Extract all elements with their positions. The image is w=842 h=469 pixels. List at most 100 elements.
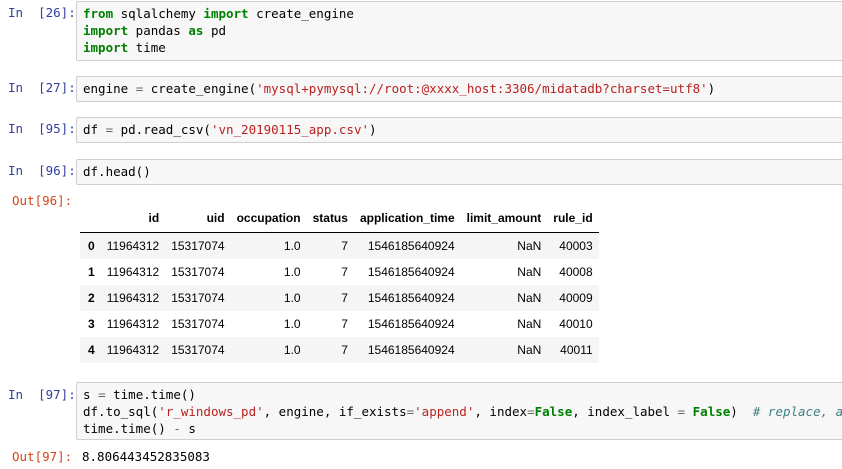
code-text: time <box>128 40 166 55</box>
table-cell: 11964312 <box>106 291 160 305</box>
table-cell: 1.0 <box>283 343 301 357</box>
code-input[interactable]: df.head() <box>76 159 842 185</box>
table-cell: 1546185640924 <box>367 265 455 279</box>
column-header: id <box>100 204 166 233</box>
table-cell: 11964312 <box>106 265 160 279</box>
code-text: , index_label <box>572 404 678 419</box>
code-input[interactable]: from sqlalchemy import create_engine imp… <box>76 1 842 61</box>
column-header: limit_amount <box>460 204 548 233</box>
table-cell: 1546185640924 <box>367 239 455 253</box>
code-line: engine = create_engine('mysql+pymysql://… <box>83 80 842 97</box>
table-cell: 1546185640924 <box>367 317 455 331</box>
code-text: sqlalchemy <box>113 6 204 21</box>
table-row: 3 11964312 15317074 1.0 7 1546185640924 … <box>80 311 599 337</box>
table-cell: 11964312 <box>106 343 160 357</box>
table-cell: 40011 <box>560 343 593 357</box>
table-cell: 7 <box>341 317 348 331</box>
operator: = <box>527 404 535 419</box>
table-row: 0 11964312 15317074 1.0 7 1546185640924 … <box>80 232 599 259</box>
column-header: application_time <box>353 204 461 233</box>
input-prompt: In [95]: <box>8 121 76 136</box>
table-cell: 40009 <box>559 291 593 305</box>
table-cell: 11964312 <box>106 317 160 331</box>
table-cell: 1.0 <box>283 239 301 253</box>
code-input[interactable]: engine = create_engine('mysql+pymysql://… <box>76 76 842 102</box>
code-text: ) <box>730 404 753 419</box>
string-literal: 'append' <box>414 404 475 419</box>
column-header: occupation <box>230 204 307 233</box>
code-text: df <box>83 122 106 137</box>
code-line: s = time.time() <box>83 386 842 403</box>
table-cell: 15317074 <box>171 265 225 279</box>
code-line: df.head() <box>83 163 842 180</box>
code-line: import pandas as pd <box>83 22 842 39</box>
keyword: from <box>83 6 114 21</box>
code-text: create_engine <box>248 6 354 21</box>
table-cell: 15317074 <box>171 317 225 331</box>
table-cell: 15317074 <box>171 343 225 357</box>
operator: = <box>677 404 686 419</box>
table-header-row: id uid occupation status application_tim… <box>80 204 599 233</box>
keyword: import <box>83 40 129 55</box>
code-text: time.time() <box>105 387 196 402</box>
code-input[interactable]: s = time.time() df.to_sql('r_windows_pd'… <box>76 382 842 440</box>
table-cell: NaN <box>517 265 542 279</box>
code-text: df.head() <box>83 164 151 179</box>
code-line: import time <box>83 39 842 56</box>
table-cell: 1.0 <box>283 291 301 305</box>
code-text: create_engine( <box>143 81 257 96</box>
table-cell: 1.0 <box>283 317 301 331</box>
code-line: from sqlalchemy import create_engine <box>83 5 842 22</box>
code-text: ) <box>369 122 377 137</box>
table-cell: NaN <box>517 317 542 331</box>
keyword: False <box>692 404 731 419</box>
code-text: s <box>83 387 99 402</box>
output-prompt: Out[96]: <box>12 193 73 208</box>
keyword: False <box>534 404 573 419</box>
table-cell: 15317074 <box>171 239 225 253</box>
row-index: 2 <box>88 291 95 305</box>
column-header: status <box>306 204 354 233</box>
code-text: time.time() <box>83 421 174 436</box>
row-index: 4 <box>88 343 95 357</box>
string-literal: 'r_windows_pd' <box>158 404 264 419</box>
operator: = <box>105 122 114 137</box>
operator: - <box>173 421 181 436</box>
code-text: pd.read_csv( <box>113 122 211 137</box>
table-cell: NaN <box>517 343 542 357</box>
code-text: df.to_sql( <box>83 404 159 419</box>
input-prompt: In [96]: <box>8 163 76 178</box>
table-cell: 15317074 <box>171 291 225 305</box>
cell-output: 8.806443452835083 <box>82 449 210 464</box>
table-cell: 1.0 <box>283 265 301 279</box>
column-header: rule_id <box>547 204 599 233</box>
code-line: df = pd.read_csv('vn_20190115_app.csv') <box>83 121 842 138</box>
table-row: 2 11964312 15317074 1.0 7 1546185640924 … <box>80 285 599 311</box>
code-text: , engine, if_exists <box>263 404 407 419</box>
table-cell: 7 <box>341 239 348 253</box>
keyword: as <box>188 23 204 38</box>
table-cell: 40010 <box>559 317 593 331</box>
string-literal: 'vn_20190115_app.csv' <box>210 122 369 137</box>
code-text: engine <box>83 81 136 96</box>
index-header <box>80 204 101 233</box>
table-cell: 40003 <box>559 239 593 253</box>
code-comment: # replace, append <box>752 404 842 419</box>
code-text: pd <box>203 23 227 38</box>
row-index: 3 <box>88 317 95 331</box>
table-cell: 1546185640924 <box>367 291 455 305</box>
code-input[interactable]: df = pd.read_csv('vn_20190115_app.csv') <box>76 117 842 143</box>
code-text: ) <box>707 81 716 96</box>
row-index: 1 <box>88 265 95 279</box>
output-prompt: Out[97]: <box>12 449 73 464</box>
table-row: 1 11964312 15317074 1.0 7 1546185640924 … <box>80 259 599 285</box>
input-prompt: In [97]: <box>8 387 76 402</box>
code-text: , index <box>474 404 528 419</box>
table-row: 4 11964312 15317074 1.0 7 1546185640924 … <box>80 337 599 363</box>
table-cell: 7 <box>341 265 348 279</box>
code-text: pandas <box>128 23 189 38</box>
column-header: uid <box>165 204 231 233</box>
dataframe-table: id uid occupation status application_tim… <box>80 204 599 363</box>
code-line: time.time() - s <box>83 420 842 437</box>
